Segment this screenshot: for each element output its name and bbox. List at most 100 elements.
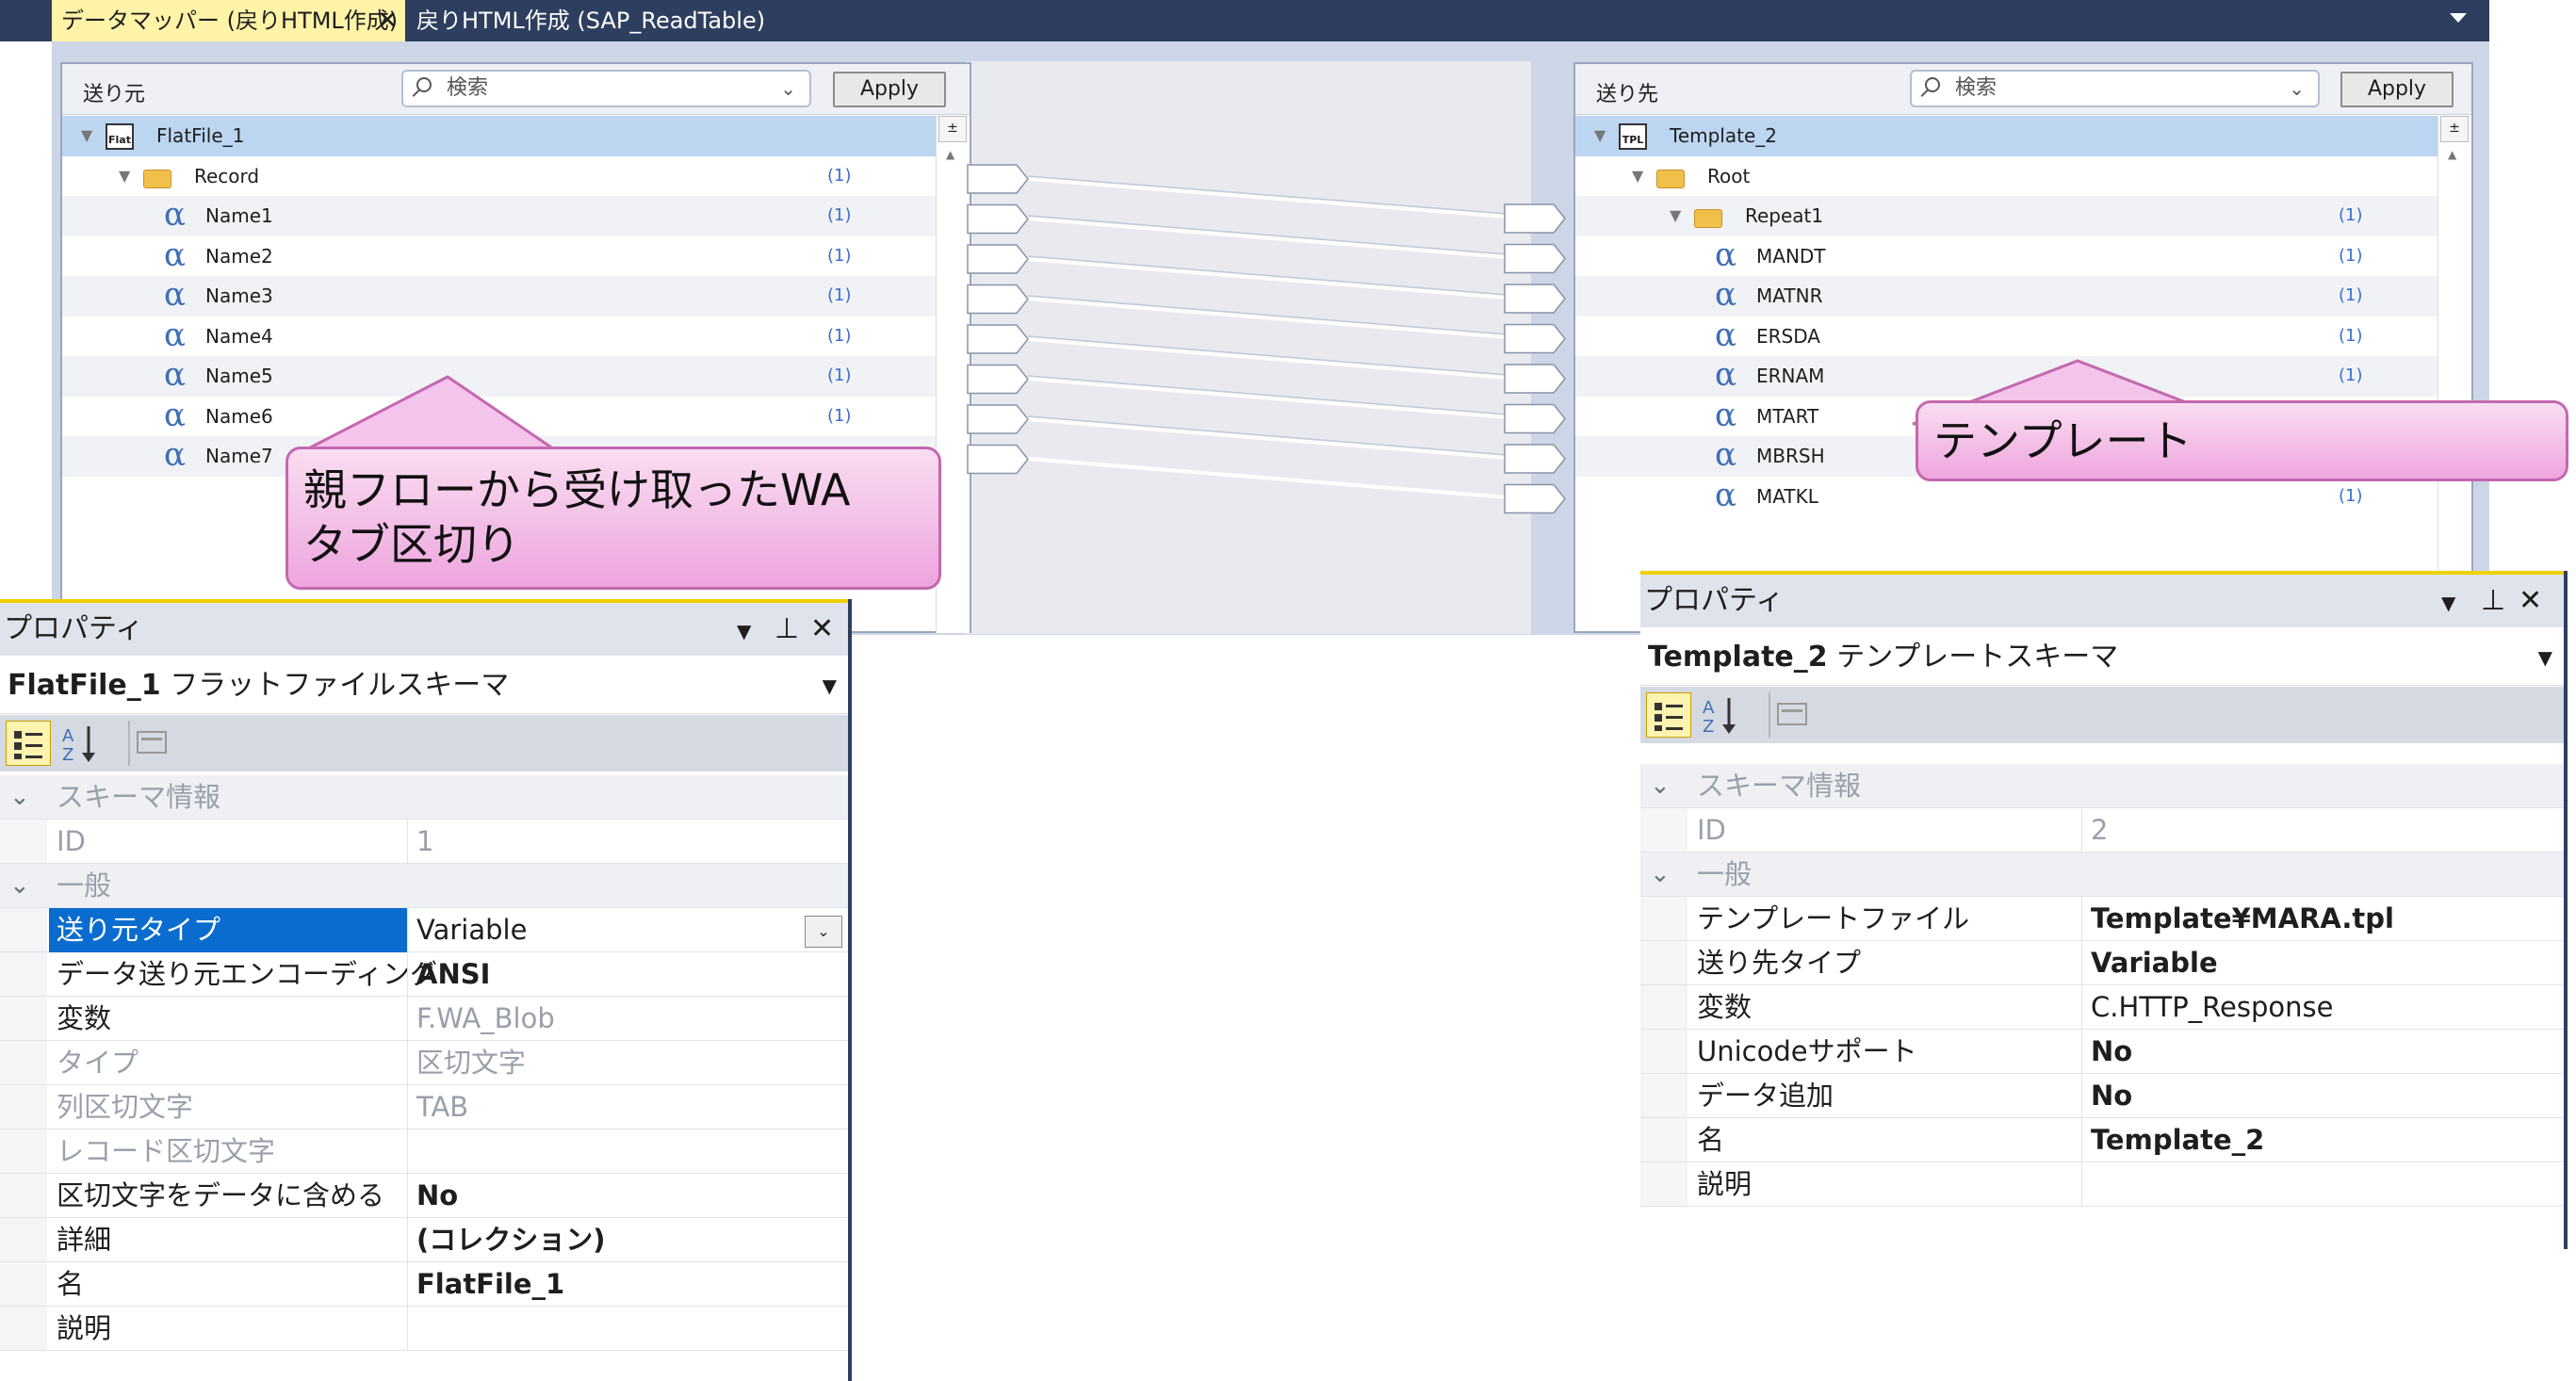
scroll-up-icon[interactable]: ▲ xyxy=(2448,148,2456,161)
property-row[interactable]: 説明 xyxy=(1640,1162,2564,1207)
property-value[interactable]: No xyxy=(2091,1074,2132,1118)
mapping-line[interactable] xyxy=(1027,457,1508,499)
collapse-all-icon[interactable]: ± xyxy=(2440,116,2469,142)
pin-icon[interactable]: ⊥ xyxy=(2481,575,2505,627)
property-row[interactable]: データ送り元エンコーディング ANSI xyxy=(0,952,848,997)
object-selector[interactable]: Template_2 テンプレートスキーマ ▼ xyxy=(1640,629,2564,686)
apply-button[interactable]: Apply xyxy=(2340,72,2454,107)
close-icon[interactable]: ✕ xyxy=(377,0,398,41)
search-input[interactable]: 検索 ⌄ xyxy=(1910,70,2320,107)
mapping-line[interactable] xyxy=(1027,217,1508,259)
property-row[interactable]: 列区切文字 TAB xyxy=(0,1085,848,1129)
mapping-line[interactable] xyxy=(1027,417,1508,460)
connector-arrow[interactable] xyxy=(1504,483,1566,514)
connector-arrow[interactable] xyxy=(967,324,1029,354)
connector-arrow[interactable] xyxy=(1504,444,1566,474)
tree-node[interactable]: α MATNR (1) xyxy=(1575,276,2471,317)
expand-toggle-icon[interactable]: ▼ xyxy=(119,156,130,197)
property-category[interactable]: ⌄ スキーマ情報 xyxy=(1640,764,2564,808)
property-value[interactable]: C.HTTP_Response xyxy=(2091,985,2333,1030)
tree-node[interactable]: ▼ Record (1) xyxy=(62,156,970,197)
expand-toggle-icon[interactable]: ▼ xyxy=(1632,156,1643,197)
tree-node[interactable]: ▼ Repeat1 (1) xyxy=(1575,196,2471,236)
property-row[interactable]: 送り先タイプ Variable xyxy=(1640,941,2564,985)
connector-arrow[interactable] xyxy=(1504,403,1566,434)
categorized-view-icon[interactable] xyxy=(1646,692,1691,738)
tree-node[interactable]: α Name2 (1) xyxy=(62,236,970,277)
connector-arrow[interactable] xyxy=(967,164,1029,194)
connector-arrow[interactable] xyxy=(967,203,1029,235)
tree-node[interactable]: α Name1 (1) xyxy=(62,196,970,236)
property-row[interactable]: データ追加 No xyxy=(1640,1074,2564,1118)
mapping-line[interactable] xyxy=(1027,257,1508,300)
property-value[interactable]: TAB xyxy=(416,1085,468,1129)
connector-arrow[interactable] xyxy=(967,404,1029,434)
connector-arrow[interactable] xyxy=(967,444,1029,475)
property-row[interactable]: 説明 xyxy=(0,1307,848,1351)
property-pages-icon[interactable] xyxy=(1769,692,1814,738)
tree-node[interactable]: α MATKL (1) xyxy=(1575,477,2471,517)
connector-arrow[interactable] xyxy=(1504,364,1566,394)
property-row[interactable]: 送り元タイプ Variable ⌄ xyxy=(0,908,848,952)
property-row[interactable]: タイプ 区切文字 xyxy=(0,1041,848,1085)
tree-node[interactable]: ▼ Root xyxy=(1575,156,2471,197)
property-value[interactable]: ANSI xyxy=(416,952,490,997)
chevron-down-icon[interactable]: ⌄ xyxy=(780,72,796,106)
property-value[interactable]: No xyxy=(416,1174,458,1218)
dropdown-button[interactable]: ⌄ xyxy=(805,916,842,948)
chevron-down-icon[interactable]: ⌄ xyxy=(1650,853,1671,897)
tree-node[interactable]: ▼ TPL Template_2 xyxy=(1575,116,2471,156)
mapping-line[interactable] xyxy=(1027,297,1508,339)
object-selector[interactable]: FlatFile_1 フラットファイルスキーマ ▼ xyxy=(0,658,848,714)
tree-node[interactable]: ▼ Flat FlatFile_1 xyxy=(62,116,970,156)
connector-arrow[interactable] xyxy=(1504,323,1566,354)
connector-arrow[interactable] xyxy=(967,364,1029,395)
property-row[interactable]: ID 2 xyxy=(1640,808,2564,853)
property-value[interactable]: 2 xyxy=(2091,808,2108,853)
property-value[interactable]: Variable xyxy=(416,908,527,952)
tab-data-mapper[interactable]: データマッパー (戻りHTML作成) ✕ xyxy=(52,0,405,41)
property-value[interactable]: FlatFile_1 xyxy=(416,1262,564,1307)
mapping-line[interactable] xyxy=(1027,377,1508,419)
vertical-scrollbar[interactable]: ± ▲ xyxy=(2437,116,2471,633)
tree-node[interactable]: α Name3 (1) xyxy=(62,276,970,317)
close-icon[interactable]: ✕ xyxy=(810,603,834,656)
expand-toggle-icon[interactable]: ▼ xyxy=(1670,196,1681,236)
sort-alphabetical-icon[interactable]: AZ xyxy=(58,721,104,766)
chevron-down-icon[interactable]: ⌄ xyxy=(2289,72,2305,106)
mapping-line[interactable] xyxy=(1027,177,1508,219)
property-row[interactable]: ID 1 xyxy=(0,820,848,864)
property-row[interactable]: 変数 F.WA_Blob xyxy=(0,997,848,1041)
mapping-line[interactable] xyxy=(1027,337,1508,380)
expand-toggle-icon[interactable]: ▼ xyxy=(1594,116,1606,156)
connector-arrow[interactable] xyxy=(1504,284,1566,314)
property-category[interactable]: ⌄ スキーマ情報 xyxy=(0,775,848,820)
property-row[interactable]: 変数 C.HTTP_Response xyxy=(1640,985,2564,1030)
connector-arrow[interactable] xyxy=(967,244,1029,274)
tab-return-html[interactable]: 戻りHTML作成 (SAP_ReadTable) xyxy=(407,0,878,41)
chevron-down-icon[interactable]: ⌄ xyxy=(9,864,30,908)
window-menu-icon[interactable]: ▼ xyxy=(2441,577,2455,629)
connector-arrow[interactable] xyxy=(967,284,1029,315)
property-value[interactable]: (コレクション) xyxy=(416,1218,606,1262)
window-menu-icon[interactable]: ▼ xyxy=(737,605,751,658)
search-input[interactable]: 検索 ⌄ xyxy=(401,70,811,107)
chevron-down-icon[interactable]: ⌄ xyxy=(9,775,30,820)
property-row[interactable]: 区切文字をデータに含める No xyxy=(0,1174,848,1218)
expand-toggle-icon[interactable]: ▼ xyxy=(81,116,92,156)
property-row[interactable]: レコード区切文字 xyxy=(0,1129,848,1174)
property-pages-icon[interactable] xyxy=(128,721,173,766)
tree-node[interactable]: α ERSDA (1) xyxy=(1575,317,2471,357)
sort-alphabetical-icon[interactable]: AZ xyxy=(1699,692,1744,738)
property-value[interactable]: Template¥MARA.tpl xyxy=(2091,897,2394,941)
property-value[interactable]: 1 xyxy=(416,820,433,864)
tab-list-dropdown-icon[interactable] xyxy=(2450,13,2467,23)
tree-node[interactable]: α MANDT (1) xyxy=(1575,236,2471,277)
property-category[interactable]: ⌄ 一般 xyxy=(1640,853,2564,897)
connector-arrow[interactable] xyxy=(1504,243,1566,274)
close-icon[interactable]: ✕ xyxy=(2519,575,2542,627)
property-value[interactable]: No xyxy=(2091,1030,2132,1074)
property-value[interactable]: F.WA_Blob xyxy=(416,997,555,1041)
chevron-down-icon[interactable]: ⌄ xyxy=(1650,764,1671,808)
property-value[interactable]: Variable xyxy=(2091,941,2218,985)
